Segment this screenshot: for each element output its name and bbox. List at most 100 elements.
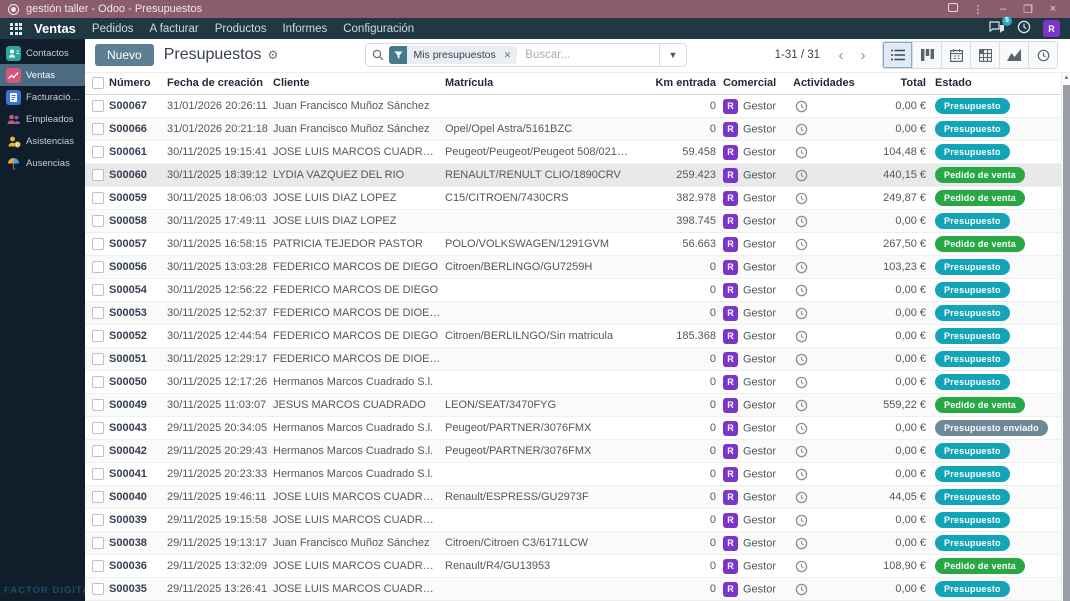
- scrollbar-thumb[interactable]: [1063, 84, 1070, 601]
- menu-pedidos[interactable]: Pedidos: [92, 23, 134, 35]
- table-row[interactable]: S00056 30/11/2025 13:03:28 FEDERICO MARC…: [85, 255, 1070, 279]
- minimize-button[interactable]: –: [994, 3, 1012, 15]
- search-bar[interactable]: Mis presupuestos ✕ Buscar... ▼: [365, 43, 688, 68]
- sidebar-item-contactos[interactable]: Contactos: [0, 42, 85, 64]
- col-estado[interactable]: Estado: [930, 72, 1070, 95]
- row-checkbox[interactable]: [92, 399, 104, 412]
- table-row[interactable]: S00057 30/11/2025 16:58:15 PATRICIA TEJE…: [85, 232, 1070, 256]
- scroll-up-arrow[interactable]: ▲: [1063, 75, 1070, 81]
- menu-a-facturar[interactable]: A facturar: [149, 23, 198, 35]
- activity-clock-icon[interactable]: [795, 261, 808, 273]
- row-checkbox[interactable]: [92, 422, 104, 435]
- menu-productos[interactable]: Productos: [215, 23, 267, 35]
- activities-clock-icon[interactable]: [1017, 20, 1031, 37]
- row-checkbox[interactable]: [92, 514, 104, 527]
- table-row[interactable]: S00061 30/11/2025 19:15:41 JOSE LUIS MAR…: [85, 140, 1070, 164]
- activity-clock-icon[interactable]: [795, 399, 808, 411]
- row-checkbox[interactable]: [92, 192, 104, 205]
- table-row[interactable]: S00052 30/11/2025 12:44:54 FEDERICO MARC…: [85, 324, 1070, 348]
- table-row[interactable]: S00051 30/11/2025 12:29:17 FEDERICO MARC…: [85, 347, 1070, 371]
- row-checkbox[interactable]: [92, 215, 104, 228]
- table-row[interactable]: S00053 30/11/2025 12:52:37 FEDERICO MARC…: [85, 301, 1070, 325]
- table-row[interactable]: S00059 30/11/2025 18:06:03 JOSE LUIS DIA…: [85, 186, 1070, 210]
- activity-clock-icon[interactable]: [795, 353, 808, 365]
- select-all-checkbox[interactable]: [92, 77, 104, 90]
- col-km-entrada[interactable]: Km entrada: [633, 72, 718, 95]
- pager-prev-button[interactable]: ‹: [832, 48, 850, 63]
- activity-clock-icon[interactable]: [795, 491, 808, 503]
- menu-informes[interactable]: Informes: [282, 23, 327, 35]
- window-menu-button[interactable]: ⋮: [969, 3, 987, 16]
- table-row[interactable]: S00060 30/11/2025 18:39:12 LYDIA VAZQUEZ…: [85, 163, 1070, 187]
- activity-clock-icon[interactable]: [795, 192, 808, 204]
- activity-clock-icon[interactable]: [795, 215, 808, 227]
- activity-clock-icon[interactable]: [795, 583, 808, 595]
- user-avatar[interactable]: R: [1043, 20, 1060, 37]
- row-checkbox[interactable]: [92, 445, 104, 458]
- row-checkbox[interactable]: [92, 169, 104, 182]
- col-comercial[interactable]: Comercial: [718, 72, 788, 95]
- search-dropdown-caret[interactable]: ▼: [658, 44, 687, 67]
- maximize-button[interactable]: ❐: [1019, 3, 1037, 16]
- table-row[interactable]: S00040 29/11/2025 19:46:11 JOSE LUIS MAR…: [85, 485, 1070, 509]
- facet-remove-icon[interactable]: ✕: [501, 46, 518, 65]
- row-checkbox[interactable]: [92, 583, 104, 596]
- activity-clock-icon[interactable]: [795, 307, 808, 319]
- close-button[interactable]: ×: [1044, 3, 1062, 15]
- apps-grid-icon[interactable]: [10, 22, 22, 35]
- row-checkbox[interactable]: [92, 330, 104, 343]
- view-pivot-button[interactable]: [970, 42, 1000, 69]
- col-fecha[interactable]: Fecha de creación: [165, 72, 271, 95]
- table-row[interactable]: S00036 29/11/2025 13:32:09 JOSE LUIS MAR…: [85, 554, 1070, 578]
- view-kanban-button[interactable]: [912, 42, 942, 69]
- activity-clock-icon[interactable]: [795, 123, 808, 135]
- sidebar-item-empleados[interactable]: Empleados: [0, 108, 85, 130]
- col-actividades[interactable]: Actividades: [788, 72, 858, 95]
- row-checkbox[interactable]: [92, 491, 104, 504]
- table-row[interactable]: S00049 30/11/2025 11:03:07 JESUS MARCOS …: [85, 393, 1070, 417]
- new-button[interactable]: Nuevo: [95, 44, 154, 67]
- activity-clock-icon[interactable]: [795, 560, 808, 572]
- row-checkbox[interactable]: [92, 468, 104, 481]
- activity-clock-icon[interactable]: [795, 537, 808, 549]
- activity-clock-icon[interactable]: [795, 284, 808, 296]
- row-checkbox[interactable]: [92, 238, 104, 251]
- messages-icon[interactable]: 5: [989, 15, 1012, 37]
- activity-clock-icon[interactable]: [795, 468, 808, 480]
- search-input[interactable]: Buscar...: [525, 49, 658, 61]
- table-row[interactable]: S00042 29/11/2025 20:29:43 Hermanos Marc…: [85, 439, 1070, 463]
- app-window-icon[interactable]: [944, 3, 962, 15]
- activity-clock-icon[interactable]: [795, 330, 808, 342]
- activity-clock-icon[interactable]: [795, 100, 808, 112]
- row-checkbox[interactable]: [92, 376, 104, 389]
- table-row[interactable]: S00050 30/11/2025 12:17:26 Hermanos Marc…: [85, 370, 1070, 394]
- table-row[interactable]: S00038 29/11/2025 19:13:17 Juan Francisc…: [85, 531, 1070, 555]
- view-calendar-button[interactable]: [941, 42, 971, 69]
- col-matricula[interactable]: Matrícula: [443, 72, 633, 95]
- activity-clock-icon[interactable]: [795, 376, 808, 388]
- table-row[interactable]: S00054 30/11/2025 12:56:22 FEDERICO MARC…: [85, 278, 1070, 302]
- view-graph-button[interactable]: [999, 42, 1029, 69]
- row-checkbox[interactable]: [92, 560, 104, 573]
- table-row[interactable]: S00066 31/01/2026 20:21:18 Juan Francisc…: [85, 117, 1070, 141]
- row-checkbox[interactable]: [92, 537, 104, 550]
- row-checkbox[interactable]: [92, 100, 104, 113]
- table-row[interactable]: S00043 29/11/2025 20:34:05 Hermanos Marc…: [85, 416, 1070, 440]
- col-cliente[interactable]: Cliente: [271, 72, 443, 95]
- col-numero[interactable]: Número: [107, 72, 165, 95]
- col-total[interactable]: Total: [858, 72, 930, 95]
- pager-next-button[interactable]: ›: [854, 48, 872, 63]
- activity-clock-icon[interactable]: [795, 445, 808, 457]
- row-checkbox[interactable]: [92, 123, 104, 136]
- table-row[interactable]: S00041 29/11/2025 20:23:33 Hermanos Marc…: [85, 462, 1070, 486]
- activity-clock-icon[interactable]: [795, 422, 808, 434]
- table-row[interactable]: S00035 29/11/2025 13:26:41 JOSE LUIS MAR…: [85, 577, 1070, 601]
- vertical-scrollbar[interactable]: ▲: [1061, 72, 1070, 601]
- view-activity-button[interactable]: [1028, 42, 1058, 69]
- view-list-button[interactable]: [883, 42, 913, 69]
- table-row[interactable]: S00067 31/01/2026 20:26:11 Juan Francisc…: [85, 94, 1070, 118]
- activity-clock-icon[interactable]: [795, 146, 808, 158]
- table-row[interactable]: S00058 30/11/2025 17:49:11 JOSE LUIS DIA…: [85, 209, 1070, 233]
- row-checkbox[interactable]: [92, 353, 104, 366]
- menu-configuracion[interactable]: Configuración: [343, 23, 414, 35]
